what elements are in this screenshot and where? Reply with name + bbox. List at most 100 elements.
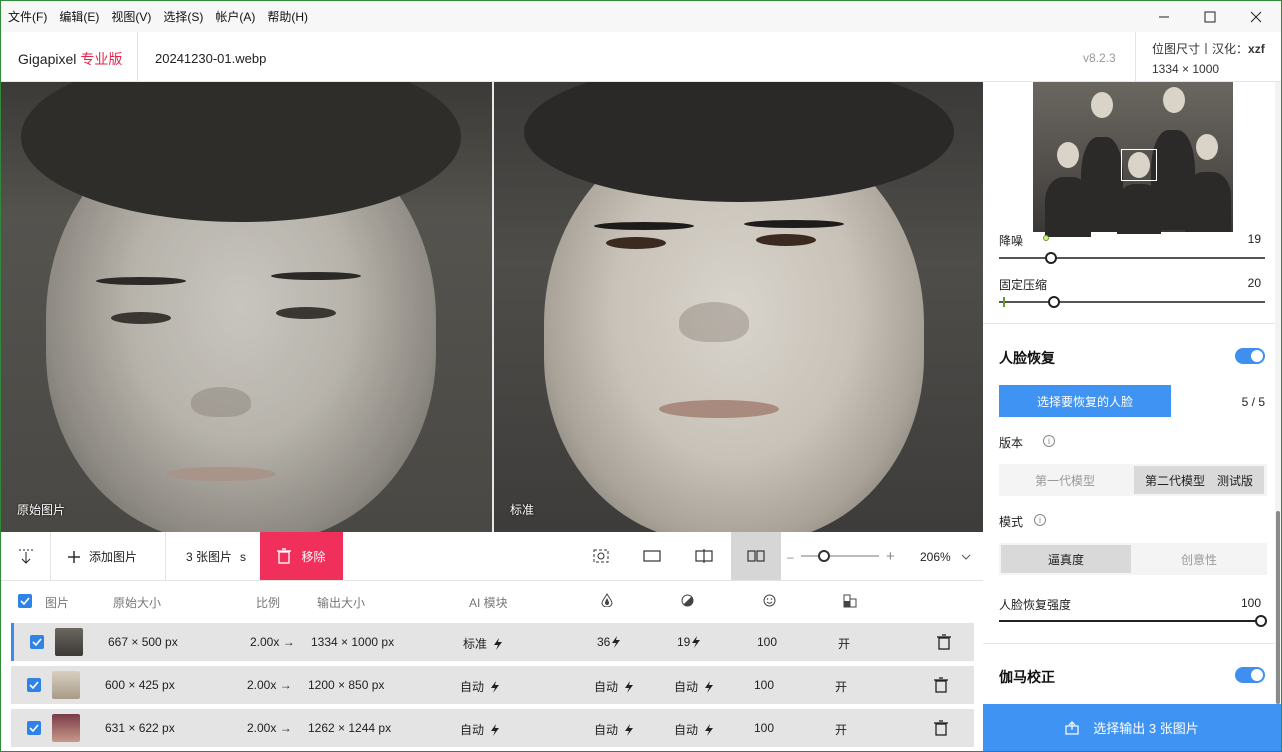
side-by-side-view-button[interactable] (731, 532, 781, 580)
delete-row-icon[interactable] (937, 634, 951, 650)
enhanced-label: 标准 (510, 503, 535, 517)
table-row[interactable]: 631 × 622 px 2.00x → 1262 × 1244 px 自动 自… (11, 709, 974, 747)
compress-slider-handle[interactable] (1048, 296, 1060, 308)
add-images-button[interactable]: 添加图片 (67, 532, 137, 581)
import-button[interactable] (17, 532, 35, 581)
denoise-cell[interactable]: 自动 (594, 678, 634, 695)
minimize-button[interactable] (1141, 1, 1187, 32)
ai-model-value: 自动 (460, 723, 485, 737)
navigator-thumbnail[interactable] (1033, 82, 1233, 237)
face-strength-slider[interactable] (999, 620, 1265, 622)
menu-bar: 文件(F) 编辑(E) 视图(V) 选择(S) 帐户(A) 帮助(H) (1, 1, 1281, 32)
export-button[interactable]: 选择输出 3 张图片 (983, 704, 1281, 751)
face-strength-slider-handle[interactable] (1255, 615, 1267, 627)
plus-icon (68, 550, 80, 563)
remove-button[interactable]: 移除 (260, 532, 343, 580)
menu-file[interactable]: 文件(F) (1, 8, 52, 25)
denoise-value: 自动 (594, 723, 619, 737)
original-size-cell: 600 × 425 px (105, 678, 175, 692)
denoise-value: 36 (597, 635, 611, 649)
ai-model-cell[interactable]: 自动 (460, 678, 500, 695)
delete-row-icon[interactable] (934, 720, 948, 736)
ai-model-cell[interactable]: 标准 (463, 635, 503, 652)
col-output-size: 输出大小 (317, 596, 366, 610)
table-row[interactable]: 667 × 500 px 2.00x → 1334 × 1000 px 标准 3… (11, 623, 974, 661)
maximize-icon (1204, 11, 1216, 22)
table-row[interactable]: 600 × 425 px 2.00x → 1200 × 850 px 自动 自动… (11, 666, 974, 704)
menu-view[interactable]: 视图(V) (104, 8, 156, 25)
zoom-slider[interactable] (801, 555, 879, 557)
info-icon[interactable]: i (1034, 514, 1046, 526)
info-icon[interactable]: i (1043, 435, 1055, 447)
brow-shape (744, 220, 844, 228)
title-divider (137, 32, 138, 82)
compress-cell[interactable]: 自动 (674, 678, 714, 695)
face-recovery-toggle[interactable] (1235, 348, 1265, 364)
compress-cell[interactable]: 19 (677, 635, 701, 649)
face-recovery-title: 人脸恢复 (999, 350, 1055, 366)
close-button[interactable] (1233, 1, 1279, 32)
face-strength-label: 人脸恢复强度 (999, 598, 1072, 612)
select-all-checkbox[interactable] (18, 594, 32, 608)
settings-scrollbar-thumb[interactable] (1276, 511, 1280, 704)
mode-option-fidelity[interactable]: 逼真度 (1001, 545, 1131, 573)
zoom-dropdown[interactable]: 206% (920, 532, 971, 581)
denoise-slider[interactable] (999, 257, 1265, 259)
denoise-value: 19 (1247, 232, 1261, 246)
section-divider (983, 643, 1281, 644)
maximize-button[interactable] (1187, 1, 1233, 32)
compress-value: 19 (677, 635, 691, 649)
menu-select[interactable]: 选择(S) (156, 8, 208, 25)
face-recovery-cell: 100 (754, 678, 775, 692)
menu-help[interactable]: 帮助(H) (260, 8, 313, 25)
compress-slider[interactable] (999, 301, 1265, 303)
version-option-gen2[interactable]: 第二代模型 测试版 (1134, 466, 1264, 494)
snapshot-button[interactable] (576, 532, 626, 580)
split-view-button[interactable] (679, 532, 729, 580)
zoom-out-button[interactable]: – (787, 532, 794, 581)
row-checkbox[interactable] (27, 678, 41, 692)
preview-toolbar: 添加图片 3 张图片 s 移除 – + 206% (1, 532, 983, 581)
image-count-suffix: s (240, 549, 247, 564)
app-brand: Gigapixel 专业版 (18, 49, 122, 69)
bolt-icon (705, 681, 714, 693)
image-thumbnail (52, 671, 80, 699)
row-checkbox[interactable] (27, 721, 41, 735)
col-original-size: 原始大小 (113, 596, 162, 610)
enhanced-preview[interactable]: 标准 (494, 82, 983, 532)
menu-account[interactable]: 帐户(A) (208, 8, 260, 25)
split-view-icon (695, 549, 713, 563)
single-view-button[interactable] (627, 532, 677, 580)
original-size-cell: 631 × 622 px (105, 721, 175, 735)
gamma-correction-toggle[interactable] (1235, 667, 1265, 683)
add-images-label: 添加图片 (89, 550, 138, 564)
zoom-slider-handle[interactable] (818, 550, 831, 562)
preview-area[interactable]: 原始图片 标准 (1, 82, 983, 532)
side-by-side-icon (747, 550, 765, 562)
zoom-in-button[interactable]: + (886, 532, 895, 581)
select-faces-button[interactable]: 选择要恢复的人脸 (999, 385, 1171, 417)
edition-label: 专业版 (80, 51, 123, 67)
dims-value: 1334 × 1000 (1152, 62, 1220, 76)
compress-cell[interactable]: 自动 (674, 721, 714, 738)
denoise-cell[interactable]: 自动 (594, 721, 634, 738)
delete-row-icon[interactable] (934, 677, 948, 693)
person-head (1163, 87, 1185, 113)
face-recovery-cell: 100 (754, 721, 775, 735)
file-name: 20241230-01.webp (155, 51, 267, 66)
translator-name: xzf (1248, 42, 1265, 56)
minimize-icon (1159, 16, 1169, 17)
original-label: 原始图片 (17, 503, 66, 517)
row-checkbox[interactable] (30, 635, 44, 649)
ai-model-cell[interactable]: 自动 (460, 721, 500, 738)
navigator-viewport[interactable] (1121, 149, 1157, 181)
auto-indicator (1043, 235, 1049, 241)
denoise-cell[interactable]: 36 (597, 635, 621, 649)
denoise-slider-handle[interactable] (1045, 252, 1057, 264)
menu-edit[interactable]: 编辑(E) (52, 8, 104, 25)
mode-option-creative[interactable]: 创意性 (1133, 545, 1265, 573)
mode-label: 模式 (999, 515, 1024, 529)
version-option-gen1[interactable]: 第一代模型 (1001, 466, 1129, 494)
version-label: 版本 (999, 436, 1024, 450)
original-preview[interactable]: 原始图片 (1, 82, 492, 532)
